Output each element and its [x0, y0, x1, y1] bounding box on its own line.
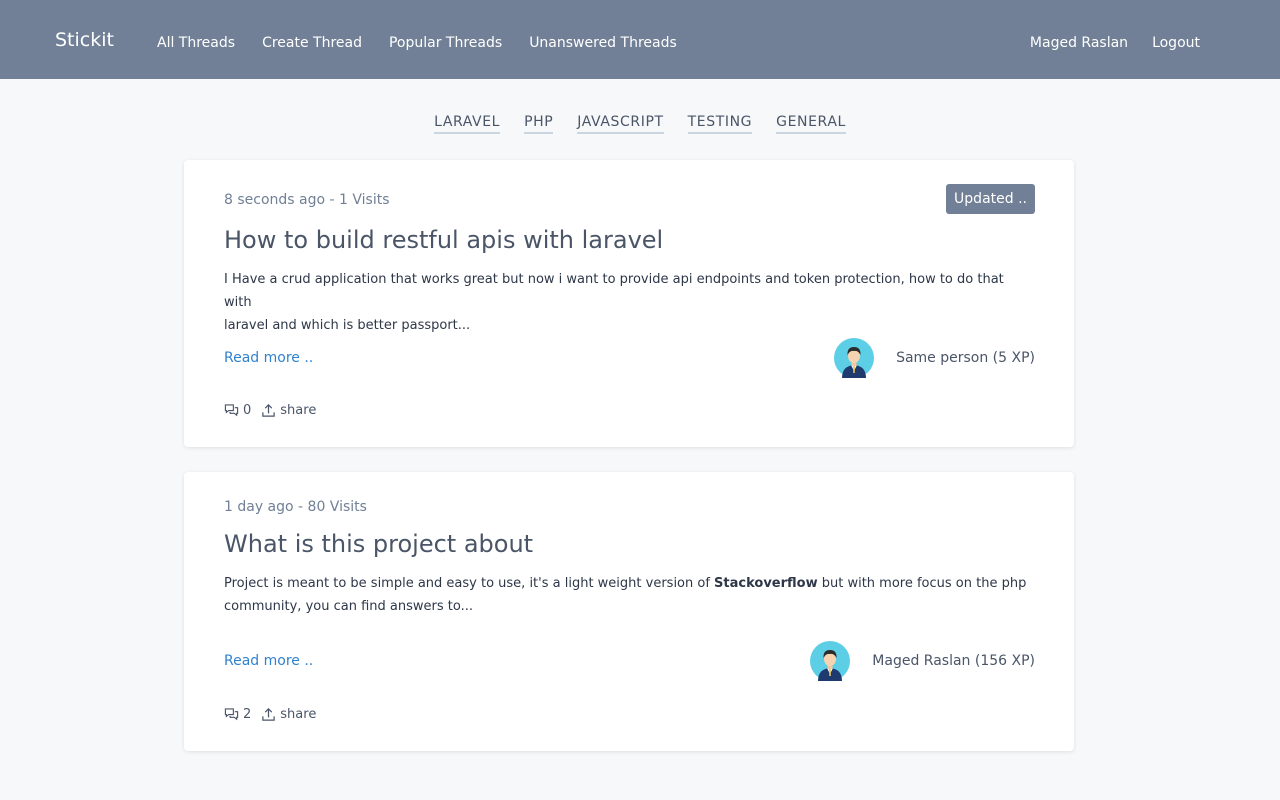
nav-unanswered-threads[interactable]: Unanswered Threads — [529, 35, 677, 51]
nav-links: All Threads Create Thread Popular Thread… — [157, 35, 677, 51]
channel-javascript[interactable]: JAVASCRIPT — [577, 114, 664, 134]
thread-actions: 2 share — [224, 707, 316, 722]
channel-testing[interactable]: TESTING — [687, 114, 753, 134]
author-name[interactable]: Maged Raslan (156 XP) — [872, 653, 1035, 669]
channel-laravel[interactable]: LARAVEL — [434, 114, 501, 134]
thread-card: 1 day ago - 80 Visits What is this proje… — [184, 472, 1074, 751]
nav-user-area: Maged Raslan Logout — [1030, 35, 1200, 51]
brand-logo[interactable]: Stickit — [55, 29, 114, 51]
updated-button[interactable]: Updated .. — [946, 184, 1035, 214]
replies-count[interactable]: 2 — [224, 707, 251, 722]
thread-excerpt: Project is meant to be simple and easy t… — [224, 572, 1034, 618]
excerpt-line-1-start: Project is meant to be simple and easy t… — [224, 576, 715, 591]
excerpt-line-1: I Have a crud application that works gre… — [224, 272, 1004, 310]
read-more-link[interactable]: Read more .. — [224, 653, 313, 669]
share-label: share — [280, 403, 317, 418]
thread-excerpt: I Have a crud application that works gre… — [224, 268, 1034, 337]
comments-icon — [224, 708, 239, 721]
thread-title[interactable]: How to build restful apis with laravel — [224, 226, 663, 254]
nav-all-threads[interactable]: All Threads — [157, 35, 235, 51]
share-button[interactable]: share — [261, 707, 316, 722]
logout-link[interactable]: Logout — [1152, 35, 1200, 51]
thread-card: 8 seconds ago - 1 Visits Updated .. How … — [184, 160, 1074, 447]
thread-meta: 1 day ago - 80 Visits — [224, 499, 367, 515]
excerpt-line-2: community, you can find answers to... — [224, 599, 473, 614]
share-label: share — [280, 707, 317, 722]
thread-author: Same person (5 XP) — [834, 338, 1035, 378]
share-upload-icon — [262, 404, 276, 417]
channel-php[interactable]: PHP — [524, 114, 554, 134]
share-upload-icon — [262, 708, 276, 721]
replies-count-value: 0 — [243, 403, 252, 418]
excerpt-line-1-end: but with more focus on the php — [817, 576, 1027, 591]
thread-meta: 8 seconds ago - 1 Visits — [224, 192, 390, 208]
thread-actions: 0 share — [224, 403, 316, 418]
replies-count[interactable]: 0 — [224, 403, 251, 418]
excerpt-line-2: laravel and which is better passport... — [224, 318, 471, 333]
channel-general[interactable]: GENERAL — [776, 114, 846, 134]
channel-filter: LARAVEL PHP JAVASCRIPT TESTING GENERAL — [0, 114, 1280, 134]
nav-popular-threads[interactable]: Popular Threads — [389, 35, 502, 51]
thread-author: Maged Raslan (156 XP) — [810, 641, 1035, 681]
thread-title[interactable]: What is this project about — [224, 530, 533, 558]
excerpt-highlight: Stackoverflow — [714, 576, 818, 591]
share-button[interactable]: share — [261, 403, 316, 418]
nav-create-thread[interactable]: Create Thread — [262, 35, 362, 51]
user-avatar-icon[interactable] — [810, 641, 851, 681]
user-avatar-icon[interactable] — [834, 338, 875, 378]
comments-icon — [224, 404, 239, 417]
author-name[interactable]: Same person (5 XP) — [896, 350, 1035, 366]
replies-count-value: 2 — [243, 707, 252, 722]
navbar: Stickit All Threads Create Thread Popula… — [0, 0, 1280, 79]
nav-user-name[interactable]: Maged Raslan — [1030, 35, 1128, 51]
read-more-link[interactable]: Read more .. — [224, 350, 313, 366]
